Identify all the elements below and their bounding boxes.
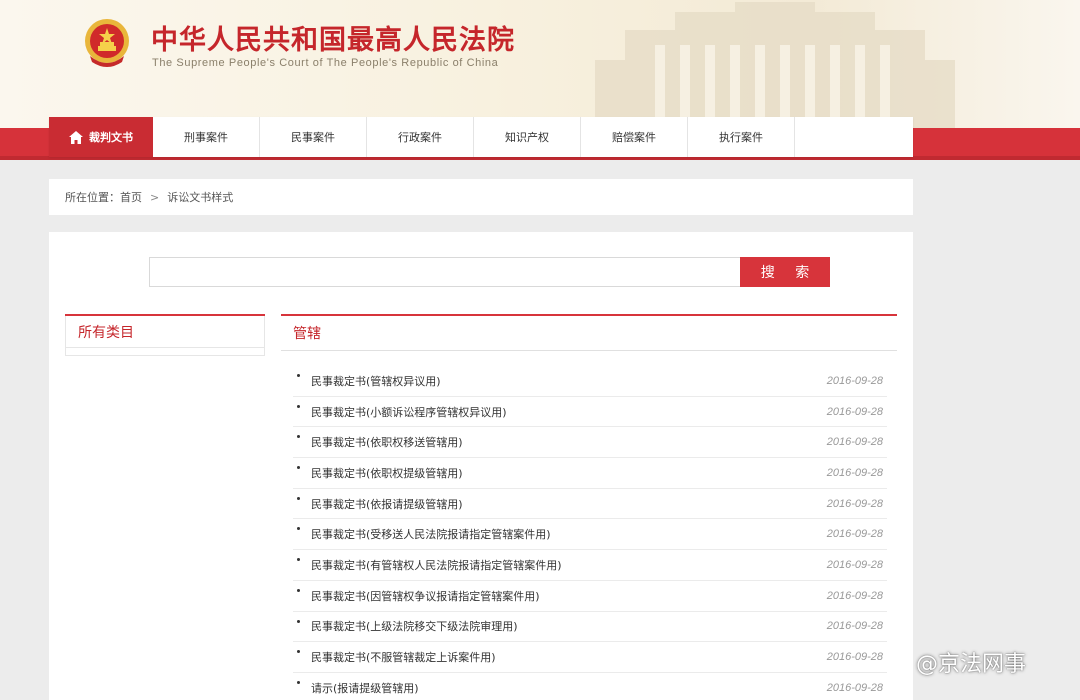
list-item-title[interactable]: 请示(报请提级管辖用) — [311, 680, 419, 696]
document-list-section: 管辖 民事裁定书(管辖权异议用) 2016-09-28 民事裁定书(小额诉讼程序管辖… — [281, 314, 897, 700]
list-item-date: 2016-09-28 — [826, 466, 883, 479]
home-icon — [69, 130, 83, 144]
breadcrumb: 所在位置：首页 > 诉讼文书样式 — [49, 179, 913, 215]
list-item[interactable]: 民事裁定书(小额诉讼程序管辖权异议用) 2016-09-28 — [293, 397, 887, 428]
list-item-title[interactable]: 民事裁定书(有管辖权人民法院报请指定管辖案件用) — [311, 557, 562, 573]
nav-item-criminal[interactable]: 刑事案件 — [153, 117, 260, 157]
site-subtitle-en: The Supreme People's Court of The People… — [152, 57, 499, 69]
list-item[interactable]: 民事裁定书(不服管辖裁定上诉案件用) 2016-09-28 — [293, 642, 887, 673]
nav-item-label: 执行案件 — [719, 131, 763, 144]
list-item[interactable]: 民事裁定书(管辖权异议用) 2016-09-28 — [293, 366, 887, 397]
nav-item-civil[interactable]: 民事案件 — [260, 117, 367, 157]
list-item[interactable]: 民事裁定书(依报请提级管辖用) 2016-09-28 — [293, 489, 887, 520]
list-item[interactable]: 民事裁定书(因管辖权争议报请指定管辖案件用) 2016-09-28 — [293, 581, 887, 612]
nav-item-label: 裁判文书 — [89, 131, 133, 144]
list-item-title[interactable]: 民事裁定书(上级法院移交下级法院审理用) — [311, 618, 518, 634]
bullet-icon — [297, 374, 300, 377]
section-title: 管辖 — [281, 316, 897, 351]
nav-item-judgments[interactable]: 裁判文书 — [49, 117, 153, 157]
watermark-text: @京法网事 — [916, 652, 1027, 677]
list-item-date: 2016-09-28 — [826, 497, 883, 510]
sidebar-title: 所有类目 — [65, 316, 265, 348]
watermark: @京法网事 — [886, 646, 1026, 678]
list-item-title[interactable]: 民事裁定书(因管辖权争议报请指定管辖案件用) — [311, 588, 540, 604]
list-item-date: 2016-09-28 — [826, 374, 883, 387]
nav-item-administrative[interactable]: 行政案件 — [367, 117, 474, 157]
bullet-icon — [297, 404, 300, 408]
bullet-icon — [297, 558, 300, 562]
bullet-icon — [297, 588, 300, 592]
list-item-date: 2016-09-28 — [826, 405, 883, 418]
breadcrumb-home[interactable]: 所在位置：首页 — [65, 189, 142, 205]
site-title: 中华人民共和国最高人民法院 — [151, 25, 515, 56]
search-button[interactable]: 搜 索 — [740, 257, 830, 287]
wechat-icon — [886, 651, 912, 673]
list-item-date: 2016-09-28 — [826, 558, 883, 571]
nav-item-label: 赔偿案件 — [612, 131, 656, 144]
category-sidebar: 所有类目 — [65, 314, 265, 356]
main-panel: 搜 索 所有类目 管辖 民事裁定书(管辖权异议用) 2016-09-28 民事裁定书… — [49, 232, 913, 700]
bullet-icon — [297, 435, 300, 439]
list-item[interactable]: 民事裁定书(依职权提级管辖用) 2016-09-28 — [293, 458, 887, 489]
nav-item-compensation[interactable]: 赔偿案件 — [581, 117, 688, 157]
list-item-title[interactable]: 民事裁定书(受移送人民法院报请指定管辖案件用) — [311, 526, 551, 542]
bullet-icon — [297, 466, 300, 470]
list-item-date: 2016-09-28 — [826, 528, 883, 541]
list-item-date: 2016-09-28 — [826, 651, 883, 664]
list-item[interactable]: 请示(报请提级管辖用) 2016-09-28 — [293, 673, 887, 700]
national-emblem-icon — [85, 19, 129, 67]
breadcrumb-separator: > — [150, 190, 160, 204]
nav-item-label: 行政案件 — [398, 131, 442, 144]
list-item-date: 2016-09-28 — [826, 589, 883, 602]
site-header: 中华人民共和国最高人民法院 The Supreme People's Court… — [0, 0, 1080, 128]
list-item-title[interactable]: 民事裁定书(小额诉讼程序管辖权异议用) — [311, 404, 507, 420]
search-input[interactable] — [149, 257, 741, 287]
nav-item-label: 刑事案件 — [184, 131, 228, 144]
breadcrumb-current: 诉讼文书样式 — [167, 191, 234, 204]
list-item-date: 2016-09-28 — [826, 620, 883, 633]
list-item[interactable]: 民事裁定书(受移送人民法院报请指定管辖案件用) 2016-09-28 — [293, 519, 887, 551]
bullet-icon — [297, 527, 300, 531]
list-item-title[interactable]: 民事裁定书(依报请提级管辖用) — [311, 496, 463, 512]
bullet-icon — [297, 619, 300, 623]
list-item-title[interactable]: 民事裁定书(依职权移送管辖用) — [311, 434, 463, 450]
list-item-date: 2016-09-28 — [826, 681, 883, 694]
court-building-image — [595, 2, 955, 128]
list-item-title[interactable]: 民事裁定书(不服管辖裁定上诉案件用) — [311, 649, 496, 665]
list-item[interactable]: 民事裁定书(上级法院移交下级法院审理用) 2016-09-28 — [293, 612, 887, 643]
list-item[interactable]: 民事裁定书(有管辖权人民法院报请指定管辖案件用) 2016-09-28 — [293, 550, 887, 581]
bullet-icon — [297, 650, 300, 654]
nav-item-ip[interactable]: 知识产权 — [474, 117, 581, 157]
bullet-icon — [297, 680, 300, 684]
list-item-date: 2016-09-28 — [826, 436, 883, 449]
list-item-title[interactable]: 民事裁定书(依职权提级管辖用) — [311, 465, 463, 481]
list-item-title[interactable]: 民事裁定书(管辖权异议用) — [311, 373, 441, 389]
nav-item-label: 知识产权 — [505, 131, 549, 144]
document-list: 民事裁定书(管辖权异议用) 2016-09-28 民事裁定书(小额诉讼程序管辖权异议… — [281, 366, 897, 700]
main-nav: 裁判文书 刑事案件 民事案件 行政案件 知识产权 赔偿案件 执行案件 — [49, 117, 913, 157]
bullet-icon — [297, 496, 300, 500]
list-item[interactable]: 民事裁定书(依职权移送管辖用) 2016-09-28 — [293, 427, 887, 459]
nav-item-enforcement[interactable]: 执行案件 — [688, 117, 795, 157]
nav-item-label: 民事案件 — [291, 131, 335, 144]
